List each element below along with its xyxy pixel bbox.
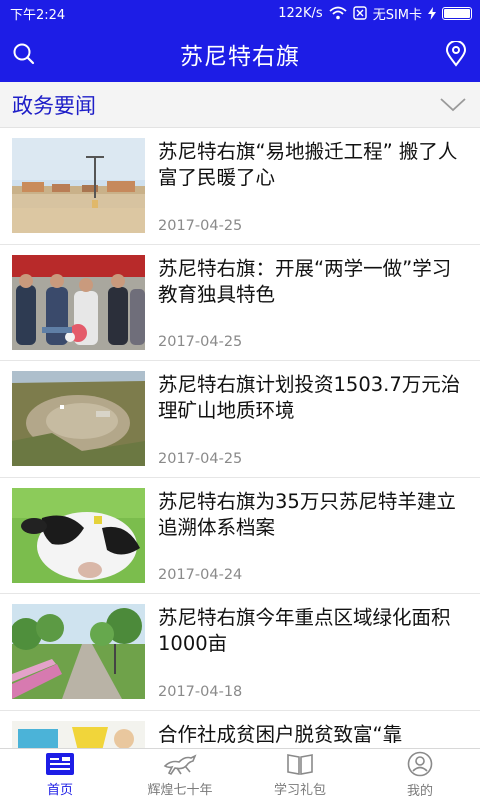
section-header: 政务要闻 <box>0 82 480 128</box>
location-pin-icon <box>445 41 467 67</box>
bottom-nav: 首页 辉煌七十年 学习礼包 我的 <box>0 748 480 800</box>
network-speed: 122K/s <box>278 5 323 21</box>
news-title: 苏尼特右旗：开展“两学一做”学习教育独具特色 <box>158 256 452 306</box>
galloping-horse-icon <box>163 753 197 775</box>
charging-icon <box>428 6 436 20</box>
news-thumbnail <box>12 254 145 350</box>
steppe-village-photo <box>12 138 145 233</box>
news-item[interactable]: 苏尼特右旗：开展“两学一做”学习教育独具特色 2017-04-25 <box>0 245 480 361</box>
status-indicators: 122K/s 无SIM卡 <box>278 4 472 23</box>
news-date: 2017-04-24 <box>158 567 243 583</box>
nav-home[interactable]: 首页 <box>0 749 120 800</box>
no-sim-icon <box>352 6 367 20</box>
wifi-icon <box>329 6 347 20</box>
news-home-icon <box>46 752 74 775</box>
section-toggle-button[interactable] <box>440 94 466 116</box>
news-date: 2017-04-25 <box>158 217 243 234</box>
search-button[interactable] <box>8 38 40 70</box>
nav-label: 我的 <box>406 783 433 799</box>
news-thumbnail <box>12 138 145 233</box>
news-item[interactable]: 苏尼特右旗计划投资1503.7万元治理矿山地质环境 2017-04-25 <box>0 361 480 478</box>
news-title: 苏尼特右旗今年重点区域绿化面积1000亩 <box>158 606 451 655</box>
news-date: 2017-04-25 <box>158 334 243 350</box>
location-button[interactable] <box>440 38 472 70</box>
section-title: 政务要闻 <box>12 93 96 118</box>
nav-label: 辉煌七十年 <box>147 782 213 798</box>
nav-profile[interactable]: 我的 <box>360 749 480 800</box>
nav-study-pack[interactable]: 学习礼包 <box>240 749 360 800</box>
news-date: 2017-04-25 <box>158 450 243 467</box>
battery-icon <box>442 6 472 20</box>
app-bar: 苏尼特右旗 <box>0 26 480 82</box>
officials-meeting-photo <box>12 254 145 350</box>
nav-seventy-years[interactable]: 辉煌七十年 <box>120 749 240 800</box>
news-title: 合作社成贫困户脱贫致富“靠 <box>158 722 403 746</box>
news-thumbnail <box>12 487 145 583</box>
search-icon <box>13 43 35 65</box>
calf-with-ear-tag-photo <box>12 487 145 583</box>
user-profile-icon <box>407 751 433 776</box>
news-item[interactable]: 苏尼特右旗为35万只苏尼特羊建立追溯体系档案 2017-04-24 <box>0 478 480 594</box>
mine-site-aerial-photo <box>12 371 145 466</box>
status-bar: 下午2:24 122K/s 无SIM卡 <box>0 0 480 26</box>
cartoon-illustration <box>12 720 145 748</box>
news-title: 苏尼特右旗“易地搬迁工程” 搬了人富了民暖了心 <box>158 140 458 189</box>
news-item[interactable]: 苏尼特右旗“易地搬迁工程” 搬了人富了民暖了心 2017-04-25 <box>0 128 480 245</box>
open-book-icon <box>287 753 313 775</box>
news-title: 苏尼特右旗计划投资1503.7万元治理矿山地质环境 <box>158 373 461 422</box>
news-thumbnail <box>12 720 145 748</box>
news-date: 2017-04-18 <box>158 683 243 700</box>
nav-label: 首页 <box>46 782 73 798</box>
chevron-down-icon <box>440 98 466 112</box>
news-item[interactable]: 苏尼特右旗今年重点区域绿化面积1000亩 2017-04-18 <box>0 594 480 711</box>
nav-label: 学习礼包 <box>273 782 326 798</box>
news-list: 苏尼特右旗“易地搬迁工程” 搬了人富了民暖了心 2017-04-25 苏尼特右旗… <box>0 128 480 748</box>
news-item[interactable]: 合作社成贫困户脱贫致富“靠 <box>0 711 480 748</box>
greenway-rendering-photo <box>12 604 145 699</box>
status-time: 下午2:24 <box>10 7 66 23</box>
news-title: 苏尼特右旗为35万只苏尼特羊建立追溯体系档案 <box>158 489 456 539</box>
news-thumbnail <box>12 604 145 699</box>
news-thumbnail <box>12 371 145 466</box>
page-title: 苏尼特右旗 <box>180 44 300 70</box>
sim-status: 无SIM卡 <box>372 7 422 23</box>
